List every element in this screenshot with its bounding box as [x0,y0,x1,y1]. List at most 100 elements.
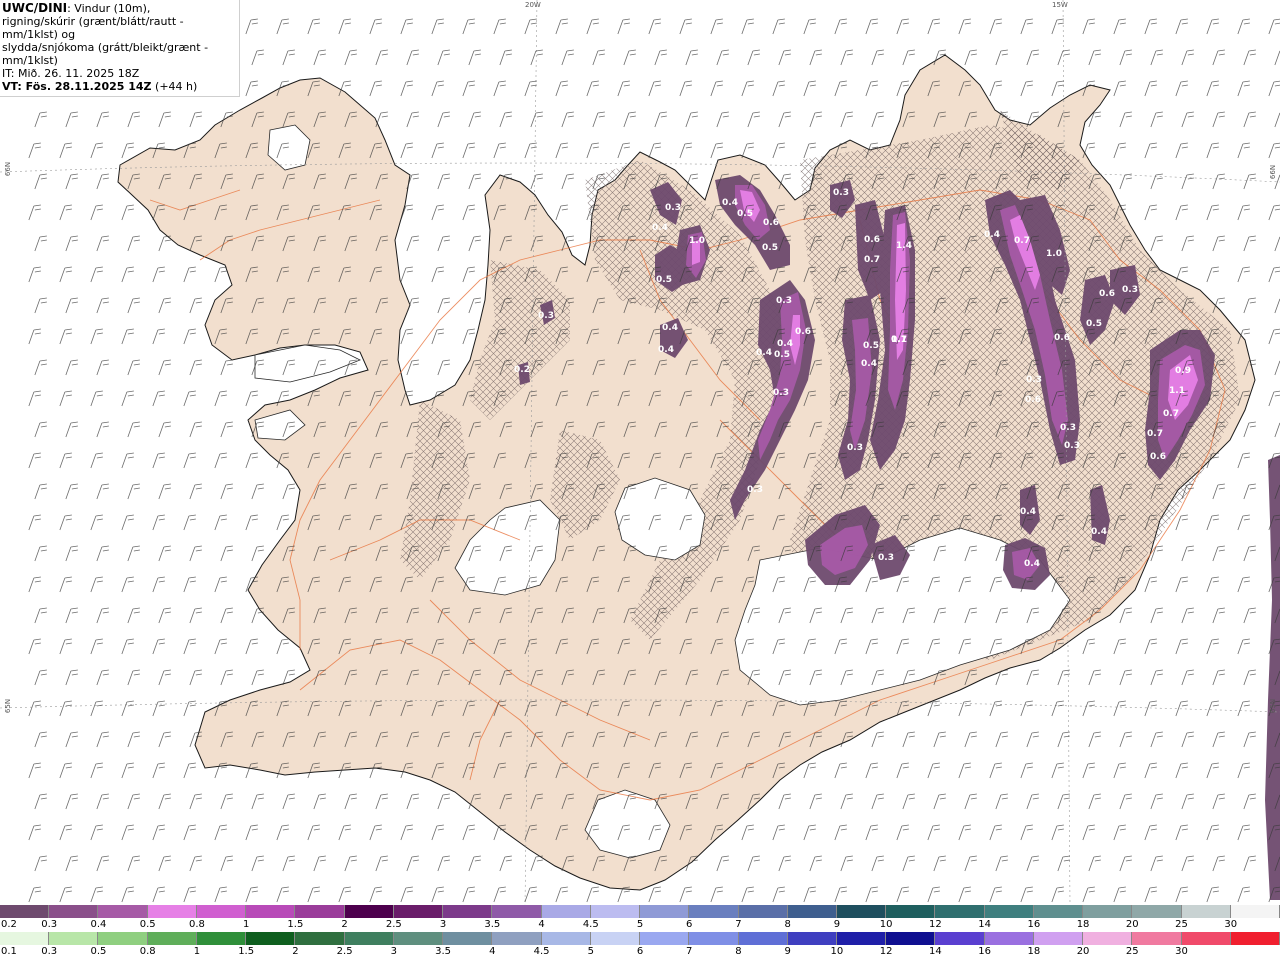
wind-barb [1150,111,1163,128]
wind-barb [902,731,915,748]
legend-swatch [49,905,99,918]
wind-barb [865,80,878,97]
legend-swatch [49,932,99,945]
precip-value-label: 0.3 [1064,441,1080,451]
wind-barb [871,793,884,810]
precip-value-label: 0.7 [1014,236,1030,246]
legend-tick-label: 5 [636,919,644,930]
wind-barb [245,824,258,841]
wind-barb [1144,762,1157,779]
wind-barb [1243,793,1256,810]
legend-tick-label: 0.4 [90,919,107,930]
wind-barb [59,762,72,779]
wind-barb [834,886,847,903]
wind-barb [772,80,785,97]
wind-barb [468,235,481,252]
wind-barb [1212,669,1225,686]
wind-barb [59,886,72,903]
wind-barb [524,886,537,903]
wind-barb [586,886,599,903]
precip-value-label: 0.3 [1026,375,1042,385]
wind-barb [586,142,599,159]
precip-value-label: 0.5 [774,350,790,360]
wind-barb [59,266,72,283]
wind-barb [400,18,413,35]
legend-swatch [1181,905,1231,918]
legend-tick-label: 2.5 [385,919,402,930]
legend-swatch [886,905,936,918]
wind-barb [865,886,878,903]
wind-barb [1051,824,1064,841]
wind-barb [183,266,196,283]
wind-barb [152,514,165,531]
wind-barb [555,142,568,159]
legend-tick-label: 18 [1076,919,1090,930]
wind-barb [220,855,233,872]
wind-barb [251,545,264,562]
legend-swatch [689,905,739,918]
wind-barb [1082,700,1095,717]
wind-barb [654,111,667,128]
wind-barb [406,235,419,252]
precip-value-label: 0.7 [1163,409,1179,419]
wind-barb [344,793,357,810]
wind-barb [468,297,481,314]
wind-barb [34,731,47,748]
legend-tick-label: 20 [1125,919,1139,930]
wind-barb [685,111,698,128]
wind-barb [1150,793,1163,810]
legend-swatch [738,932,788,945]
precip-value-label: 1.1 [1169,386,1185,396]
legend-tick-label: 0.1 [1,946,17,957]
precip-value-label: 0.5 [1086,319,1102,329]
legend-swatch [393,932,444,945]
precip-value-label: 0.4 [756,348,772,358]
wind-barb [189,297,202,314]
wind-barb [183,514,196,531]
wind-barb [406,855,419,872]
wind-barb [90,266,103,283]
lat-label-65n-right: 65N [1269,698,1278,714]
wind-barb [59,576,72,593]
wind-barb [493,80,506,97]
wind-barb [871,855,884,872]
lon-label-20w: 20W [525,1,541,9]
wind-barb [1051,886,1064,903]
wind-barb [1212,173,1225,190]
legend-tick-label: 4.5 [533,946,550,957]
wind-barb [34,855,47,872]
wind-barb [933,731,946,748]
wind-barb [158,545,171,562]
wind-barb [28,328,41,345]
wind-barb [834,18,847,35]
wind-barb [1020,824,1033,841]
wind-barb [1243,235,1256,252]
wind-barb [1088,669,1101,686]
legend-swatch [98,905,148,918]
precip-value-label: 1.0 [1046,249,1062,259]
wind-barb [431,824,444,841]
wind-barb [1181,111,1194,128]
wind-barb [1206,266,1219,283]
legend-swatch [935,932,985,945]
legend-swatch [1083,932,1133,945]
wind-barb [1088,855,1101,872]
wind-barb [1150,607,1163,624]
wind-barb [152,638,165,655]
legend-tick-label: 0.3 [41,919,58,930]
wind-barb [493,142,506,159]
legend-swatch [196,905,247,918]
wind-barb [803,80,816,97]
legend-swatch [295,932,345,945]
wind-barb [1237,638,1250,655]
wind-barb [710,80,723,97]
wind-barb [121,390,134,407]
wind-barb [1274,298,1280,314]
wind-barb [34,483,47,500]
wind-barb [189,359,202,376]
wind-barb [778,855,791,872]
wind-barb [127,793,140,810]
wind-barb [90,452,103,469]
wind-barb [1237,452,1250,469]
wind-barb [121,514,134,531]
